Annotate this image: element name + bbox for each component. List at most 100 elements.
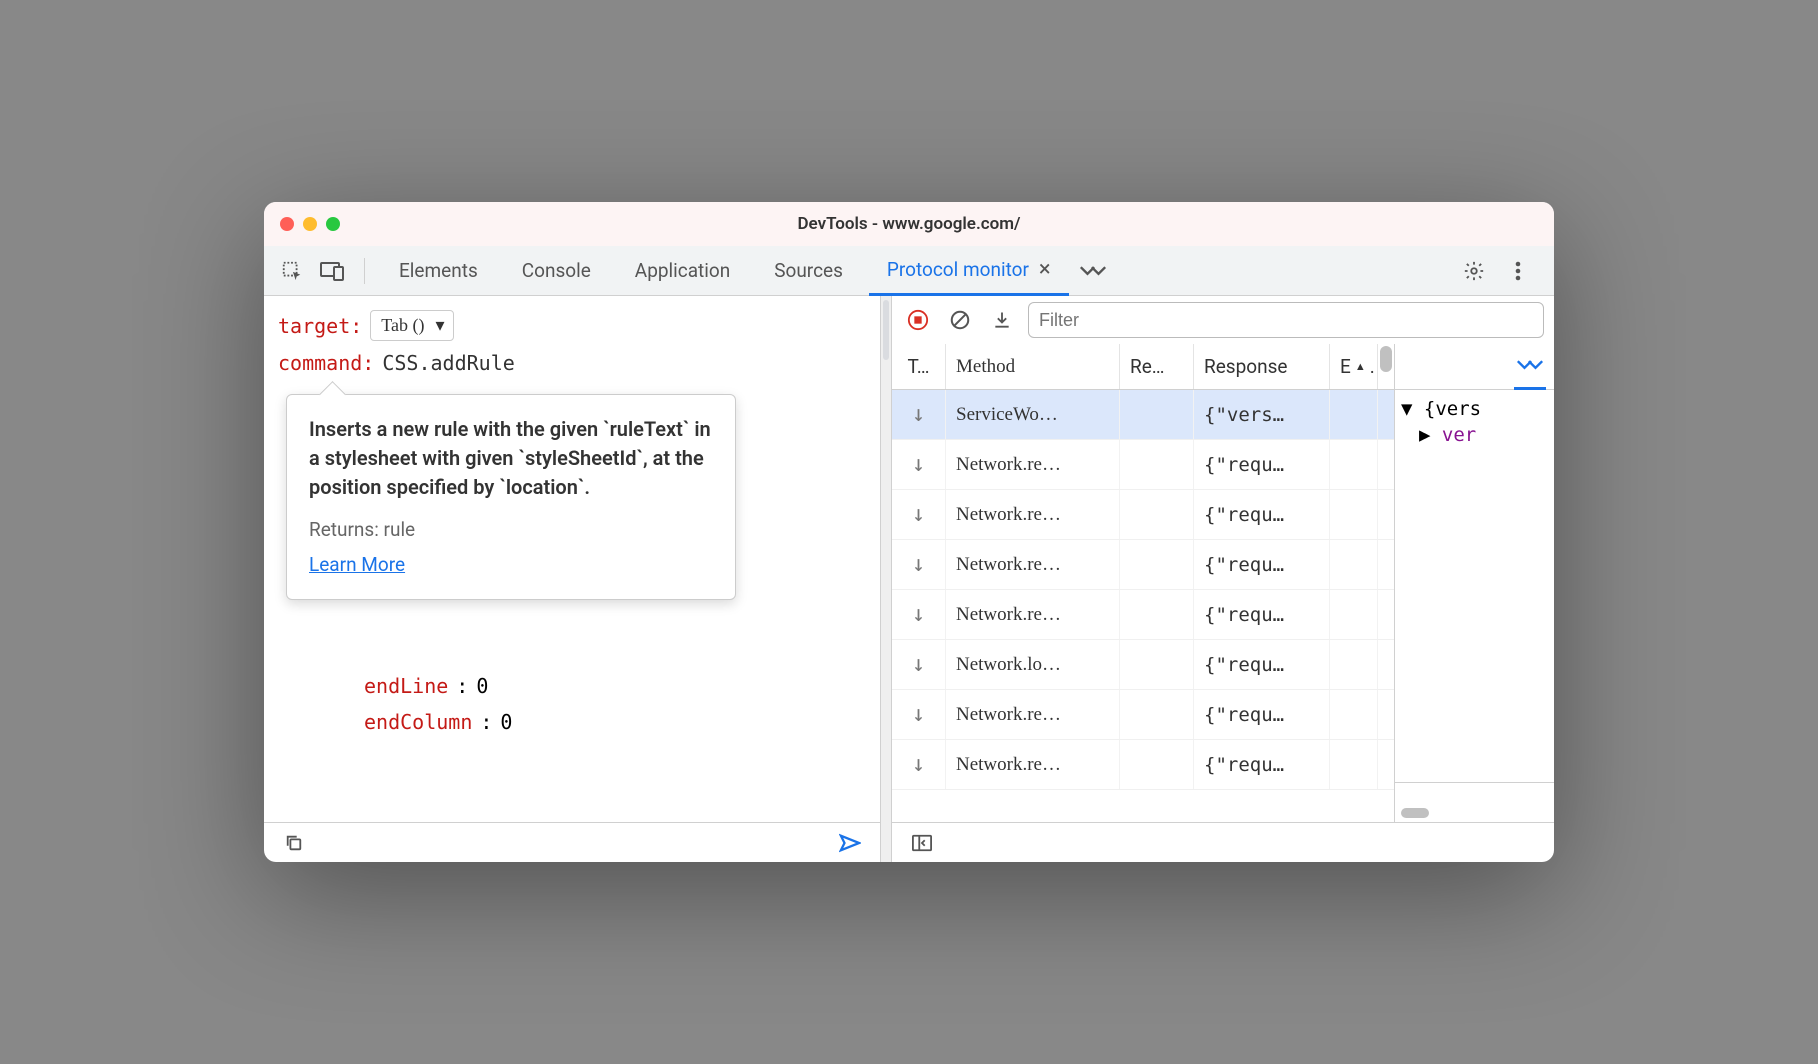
protocol-monitor-pane: T… Method Re… Response E▲. ↓ServiceWo…{"… (892, 296, 1554, 862)
cell-elapsed (1330, 490, 1378, 539)
cell-elapsed (1330, 590, 1378, 639)
table-row[interactable]: ↓Network.lo… {"requ… (892, 640, 1394, 690)
col-method[interactable]: Method (946, 344, 1120, 389)
tooltip-description: Inserts a new rule with the given `ruleT… (309, 415, 713, 502)
clear-icon[interactable] (944, 304, 976, 336)
table-row[interactable]: ↓Network.re… {"requ… (892, 740, 1394, 790)
param-block: endLine : 0 endColumn : 0 (364, 674, 512, 746)
more-tabs-icon[interactable] (1077, 255, 1109, 287)
direction-icon: ↓ (892, 440, 946, 489)
learn-more-link[interactable]: Learn More (309, 553, 405, 576)
cell-request (1120, 590, 1194, 639)
maximize-window-button[interactable] (326, 217, 340, 231)
filter-input[interactable] (1028, 302, 1544, 338)
window-controls (280, 217, 340, 231)
tooltip-returns: Returns: rule (309, 516, 713, 544)
main-tabstrip: Elements Console Application Sources Pro… (264, 246, 1554, 296)
direction-icon: ↓ (892, 740, 946, 789)
direction-icon: ↓ (892, 490, 946, 539)
command-doc-tooltip: Inserts a new rule with the given `ruleT… (286, 394, 736, 600)
table-row[interactable]: ↓ServiceWo…{"vers… (892, 390, 1394, 440)
col-request[interactable]: Re… (1120, 344, 1194, 389)
table-row[interactable]: ↓Network.re… {"requ… (892, 690, 1394, 740)
details-tree[interactable]: ▼ {vers ▶ ver (1395, 390, 1554, 782)
scrollbar-thumb[interactable] (1401, 808, 1429, 818)
titlebar: DevTools - www.google.com/ (264, 202, 1554, 246)
send-icon[interactable] (834, 827, 866, 859)
device-toolbar-icon[interactable] (316, 255, 348, 287)
window-title: DevTools - www.google.com/ (264, 214, 1554, 234)
toggle-sidebar-icon[interactable] (906, 827, 938, 859)
cell-elapsed (1330, 390, 1378, 439)
tab-application[interactable]: Application (617, 246, 748, 296)
cell-response: {"requ… (1194, 440, 1330, 489)
cell-response: {"requ… (1194, 540, 1330, 589)
table-row[interactable]: ↓Network.re… {"requ… (892, 540, 1394, 590)
cell-method: Network.re… (946, 740, 1120, 789)
close-window-button[interactable] (280, 217, 294, 231)
target-label: target: (278, 314, 362, 338)
inspect-element-icon[interactable] (276, 255, 308, 287)
cell-elapsed (1330, 640, 1378, 689)
monitor-toolbar (892, 296, 1554, 344)
copy-icon[interactable] (278, 827, 310, 859)
table-row[interactable]: ↓Network.re… {"requ… (892, 490, 1394, 540)
direction-icon: ↓ (892, 640, 946, 689)
cell-request (1120, 490, 1194, 539)
direction-icon: ↓ (892, 690, 946, 739)
record-stop-icon[interactable] (902, 304, 934, 336)
cell-method: Network.re… (946, 540, 1120, 589)
cell-elapsed (1330, 690, 1378, 739)
download-icon[interactable] (986, 304, 1018, 336)
details-panel: ▼ {vers ▶ ver (1394, 344, 1554, 822)
tab-protocol-monitor[interactable]: Protocol monitor × (869, 246, 1069, 296)
direction-icon: ↓ (892, 390, 946, 439)
table-row[interactable]: ↓Network.re… {"requ… (892, 440, 1394, 490)
cell-elapsed (1330, 740, 1378, 789)
tab-console[interactable]: Console (504, 246, 609, 296)
kebab-menu-icon[interactable] (1502, 255, 1534, 287)
cell-request (1120, 540, 1194, 589)
cell-response: {"requ… (1194, 640, 1330, 689)
command-value[interactable]: CSS.addRule (382, 351, 514, 375)
disclosure-triangle-icon[interactable]: ▼ (1401, 398, 1424, 420)
table-row[interactable]: ↓Network.re… {"requ… (892, 590, 1394, 640)
cell-request (1120, 690, 1194, 739)
splitter[interactable] (880, 296, 892, 862)
cell-method: Network.re… (946, 440, 1120, 489)
cell-response: {"requ… (1194, 690, 1330, 739)
table-header: T… Method Re… Response E▲. (892, 344, 1394, 390)
direction-icon: ↓ (892, 590, 946, 639)
cell-method: Network.re… (946, 490, 1120, 539)
cell-method: ServiceWo… (946, 390, 1120, 439)
cell-elapsed (1330, 540, 1378, 589)
tab-sources[interactable]: Sources (756, 246, 861, 296)
cell-response: {"requ… (1194, 490, 1330, 539)
more-panels-icon[interactable] (1514, 344, 1546, 390)
col-type[interactable]: T… (892, 344, 946, 389)
tab-elements[interactable]: Elements (381, 246, 496, 296)
minimize-window-button[interactable] (303, 217, 317, 231)
col-response[interactable]: Response (1194, 344, 1330, 389)
cell-method: Network.lo… (946, 640, 1120, 689)
cell-request (1120, 640, 1194, 689)
target-select[interactable]: Tab () (370, 310, 453, 341)
devtools-window: DevTools - www.google.com/ Elements Cons… (264, 202, 1554, 862)
settings-gear-icon[interactable] (1458, 255, 1490, 287)
cell-request (1120, 740, 1194, 789)
cell-response: {"requ… (1194, 590, 1330, 639)
cell-response: {"requ… (1194, 740, 1330, 789)
cell-method: Network.re… (946, 690, 1120, 739)
scrollbar-thumb[interactable] (1380, 346, 1392, 372)
command-editor-pane: target: Tab () command: CSS.addRule Inse… (264, 296, 880, 862)
direction-icon: ↓ (892, 540, 946, 589)
col-elapsed[interactable]: E▲. (1330, 344, 1378, 389)
cell-request (1120, 390, 1194, 439)
cell-method: Network.re… (946, 590, 1120, 639)
events-table: T… Method Re… Response E▲. ↓ServiceWo…{"… (892, 344, 1394, 822)
disclosure-triangle-icon[interactable]: ▶ (1419, 424, 1442, 446)
command-label: command: (278, 351, 374, 375)
cell-elapsed (1330, 440, 1378, 489)
cell-request (1120, 440, 1194, 489)
close-tab-icon[interactable]: × (1039, 257, 1051, 282)
